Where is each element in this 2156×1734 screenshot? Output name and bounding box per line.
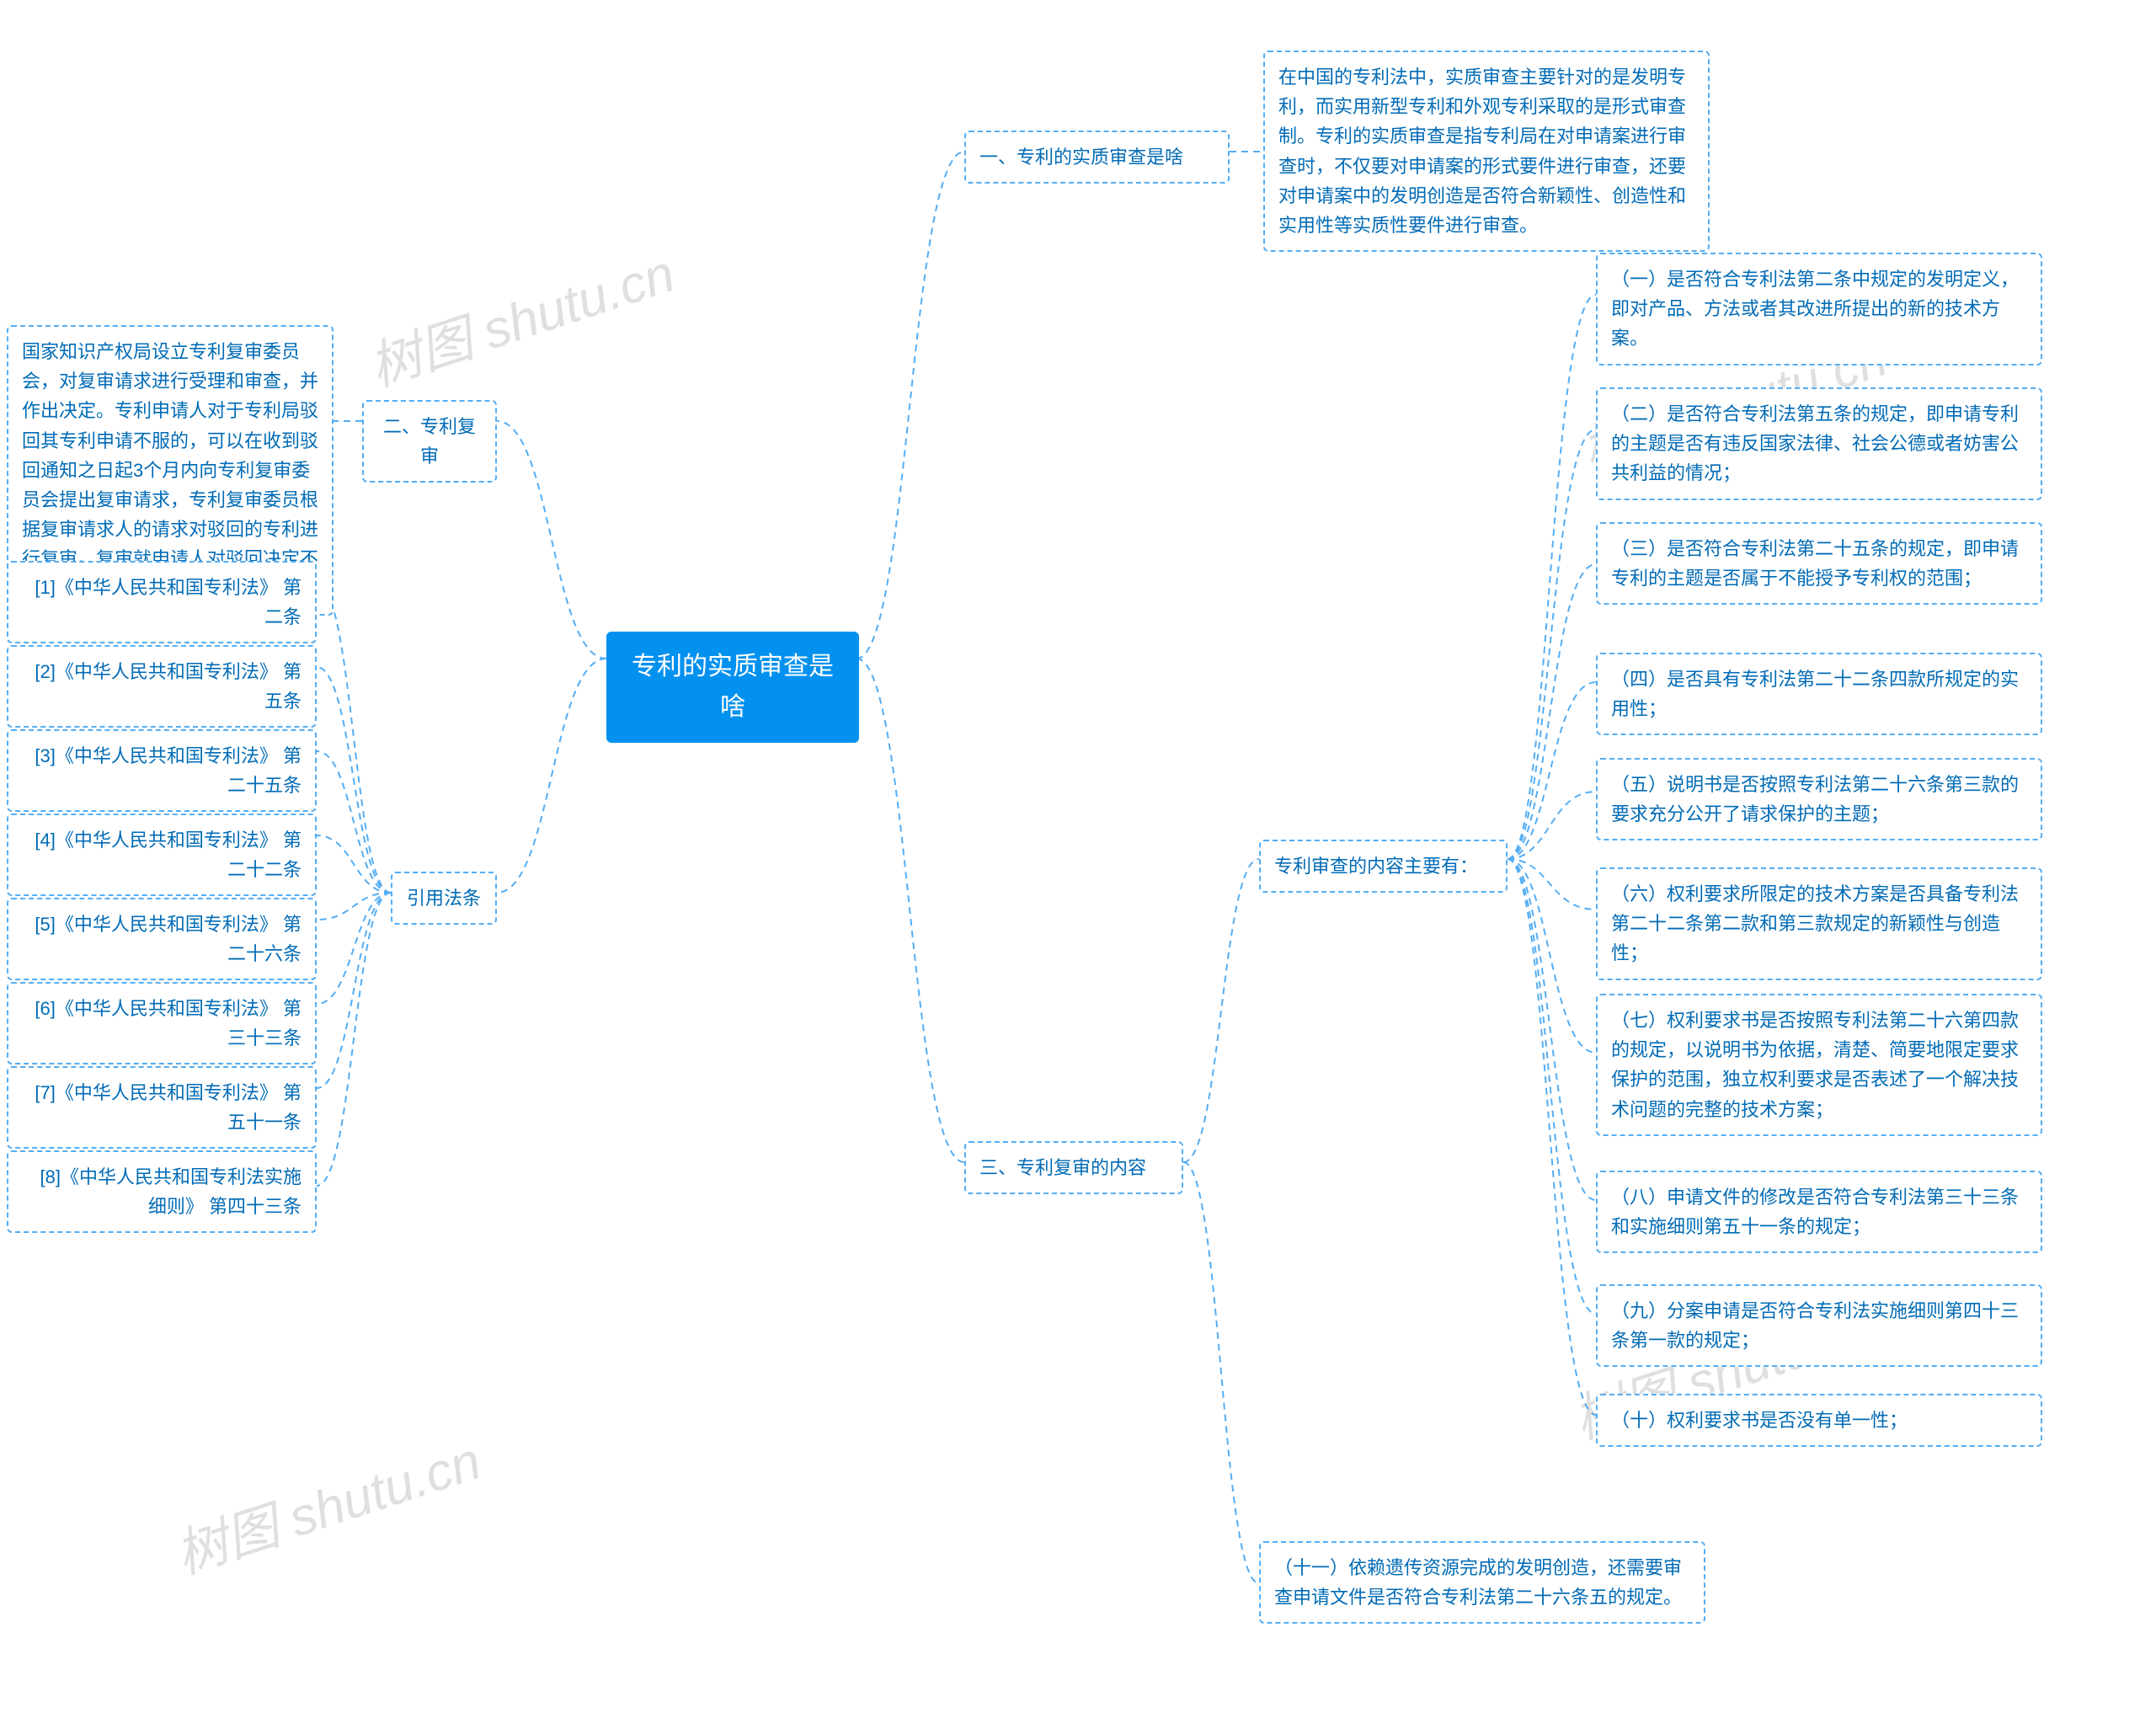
b3-item-1-text: （一）是否符合专利法第二条中规定的发明定义，即对产品、方法或者其改进所提出的新的… [1611, 269, 2019, 349]
b3-item-2-text: （二）是否符合专利法第五条的规定，即申请专利的主题是否有违反国家法律、社会公德或… [1611, 403, 2019, 483]
b3-item-10[interactable]: （十）权利要求书是否没有单一性； [1596, 1394, 2042, 1447]
branch-1-label: 一、专利的实质审查是啥 [979, 147, 1183, 168]
b3-item-8[interactable]: （八）申请文件的修改是否符合专利法第三十三条和实施细则第五十一条的规定； [1596, 1171, 2042, 1253]
b3-item-11[interactable]: （十一）依赖遗传资源完成的发明创造，还需要审查申请文件是否符合专利法第二十六条五… [1259, 1541, 1705, 1624]
branch-3[interactable]: 三、专利复审的内容 [964, 1141, 1183, 1194]
b4-ref-6-text: [6]《中华人民共和国专利法》 第三十三条 [35, 998, 302, 1048]
b3-item-11-text: （十一）依赖遗传资源完成的发明创造，还需要审查申请文件是否符合专利法第二十六条五… [1274, 1557, 1682, 1608]
b4-ref-3-text: [3]《中华人民共和国专利法》 第二十五条 [35, 745, 302, 796]
b3-item-7-text: （七）权利要求书是否按照专利法第二十六第四款的规定，以说明书为依据，清楚、简要地… [1611, 1010, 2019, 1120]
b3-item-4[interactable]: （四）是否具有专利法第二十二条四款所规定的实用性； [1596, 653, 2042, 735]
branch-2-label: 二、专利复审 [383, 416, 476, 467]
b4-ref-8[interactable]: [8]《中华人民共和国专利法实施细则》 第四十三条 [7, 1150, 317, 1233]
watermark: 树图 shutu.cn [358, 231, 682, 401]
b4-ref-2[interactable]: [2]《中华人民共和国专利法》 第五条 [7, 645, 317, 728]
b4-ref-8-text: [8]《中华人民共和国专利法实施细则》 第四十三条 [40, 1166, 302, 1217]
b4-ref-1[interactable]: [1]《中华人民共和国专利法》 第二条 [7, 561, 317, 643]
branch-1-desc-text: 在中国的专利法中，实质审查主要针对的是发明专利，而实用新型专利和外观专利采取的是… [1278, 67, 1686, 236]
b3-item-5-text: （五）说明书是否按照专利法第二十六条第三款的要求充分公开了请求保护的主题； [1611, 774, 2019, 824]
b3-item-5[interactable]: （五）说明书是否按照专利法第二十六条第三款的要求充分公开了请求保护的主题； [1596, 758, 2042, 840]
b4-ref-1-text: [1]《中华人民共和国专利法》 第二条 [35, 577, 302, 627]
branch-2[interactable]: 二、专利复审 [362, 400, 497, 483]
b4-ref-4-text: [4]《中华人民共和国专利法》 第二十二条 [35, 830, 302, 880]
b4-ref-6[interactable]: [6]《中华人民共和国专利法》 第三十三条 [7, 982, 317, 1064]
branch-4-label: 引用法条 [407, 888, 481, 909]
b3-item-3[interactable]: （三）是否符合专利法第二十五条的规定，即申请专利的主题是否属于不能授予专利权的范… [1596, 522, 2042, 605]
b4-ref-2-text: [2]《中华人民共和国专利法》 第五条 [35, 661, 302, 712]
b3-item-7[interactable]: （七）权利要求书是否按照专利法第二十六第四款的规定，以说明书为依据，清楚、简要地… [1596, 994, 2042, 1136]
b4-ref-7[interactable]: [7]《中华人民共和国专利法》 第五十一条 [7, 1066, 317, 1149]
watermark: 树图 shutu.cn [164, 1418, 488, 1588]
b3-item-3-text: （三）是否符合专利法第二十五条的规定，即申请专利的主题是否属于不能授予专利权的范… [1611, 538, 2019, 589]
branch-4[interactable]: 引用法条 [391, 872, 497, 925]
b3-item-2[interactable]: （二）是否符合专利法第五条的规定，即申请专利的主题是否有违反国家法律、社会公德或… [1596, 387, 2042, 500]
branch-3-header-text: 专利审查的内容主要有： [1274, 856, 1478, 877]
branch-1[interactable]: 一、专利的实质审查是啥 [964, 131, 1230, 184]
branch-3-label: 三、专利复审的内容 [979, 1157, 1146, 1178]
b3-item-6[interactable]: （六）权利要求所限定的技术方案是否具备专利法第二十二条第二款和第三款规定的新颖性… [1596, 867, 2042, 980]
branch-1-desc[interactable]: 在中国的专利法中，实质审查主要针对的是发明专利，而实用新型专利和外观专利采取的是… [1263, 51, 1710, 252]
branch-3-header[interactable]: 专利审查的内容主要有： [1259, 840, 1508, 893]
b3-item-4-text: （四）是否具有专利法第二十二条四款所规定的实用性； [1611, 669, 2019, 719]
b3-item-9[interactable]: （九）分案申请是否符合专利法实施细则第四十三条第一款的规定； [1596, 1284, 2042, 1367]
b3-item-8-text: （八）申请文件的修改是否符合专利法第三十三条和实施细则第五十一条的规定； [1611, 1187, 2019, 1237]
b4-ref-3[interactable]: [3]《中华人民共和国专利法》 第二十五条 [7, 729, 317, 812]
center-node[interactable]: 专利的实质审查是啥 [606, 632, 859, 743]
b4-ref-5-text: [5]《中华人民共和国专利法》 第二十六条 [35, 914, 302, 964]
b4-ref-4[interactable]: [4]《中华人民共和国专利法》 第二十二条 [7, 814, 317, 896]
b3-item-1[interactable]: （一）是否符合专利法第二条中规定的发明定义，即对产品、方法或者其改进所提出的新的… [1596, 253, 2042, 365]
b3-item-6-text: （六）权利要求所限定的技术方案是否具备专利法第二十二条第二款和第三款规定的新颖性… [1611, 883, 2019, 963]
b3-item-9-text: （九）分案申请是否符合专利法实施细则第四十三条第一款的规定； [1611, 1300, 2019, 1351]
b4-ref-5[interactable]: [5]《中华人民共和国专利法》 第二十六条 [7, 898, 317, 980]
mindmap-canvas: 树图 shutu.cn 树图 shutu.cn 树图 shutu.cn 树图 s… [0, 0, 2156, 1734]
b4-ref-7-text: [7]《中华人民共和国专利法》 第五十一条 [35, 1082, 302, 1133]
b3-item-10-text: （十）权利要求书是否没有单一性； [1611, 1410, 1908, 1431]
center-title: 专利的实质审查是啥 [632, 653, 834, 721]
